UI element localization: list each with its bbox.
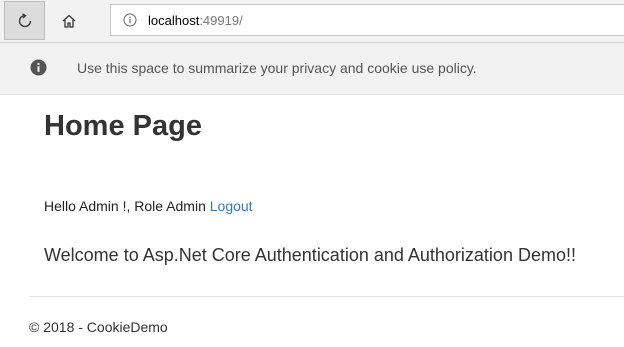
footer-divider	[29, 296, 624, 297]
url-host: localhost	[148, 12, 200, 28]
info-icon[interactable]	[123, 13, 137, 27]
address-bar[interactable]: localhost:49919/	[110, 4, 624, 36]
cookie-consent-banner: Use this space to summarize your privacy…	[0, 43, 624, 95]
url-port: :49919/	[199, 12, 243, 28]
page-title: Home Page	[44, 110, 202, 142]
user-greeting: Hello Admin !, Role Admin Logout	[44, 198, 253, 214]
home-button[interactable]	[48, 1, 89, 40]
logout-link[interactable]: Logout	[210, 198, 253, 214]
browser-toolbar: localhost:49919/	[0, 0, 624, 43]
refresh-button[interactable]	[4, 1, 45, 40]
refresh-icon	[18, 12, 31, 27]
greeting-text: Hello Admin !, Role Admin	[44, 198, 206, 214]
welcome-message: Welcome to Asp.Net Core Authentication a…	[44, 245, 576, 265]
home-icon	[62, 14, 75, 28]
url-text[interactable]: localhost:49919/	[148, 13, 243, 28]
consent-message: Use this space to summarize your privacy…	[77, 60, 477, 76]
info-circle-icon	[30, 59, 47, 76]
footer-copyright: © 2018 - CookieDemo	[29, 319, 168, 335]
